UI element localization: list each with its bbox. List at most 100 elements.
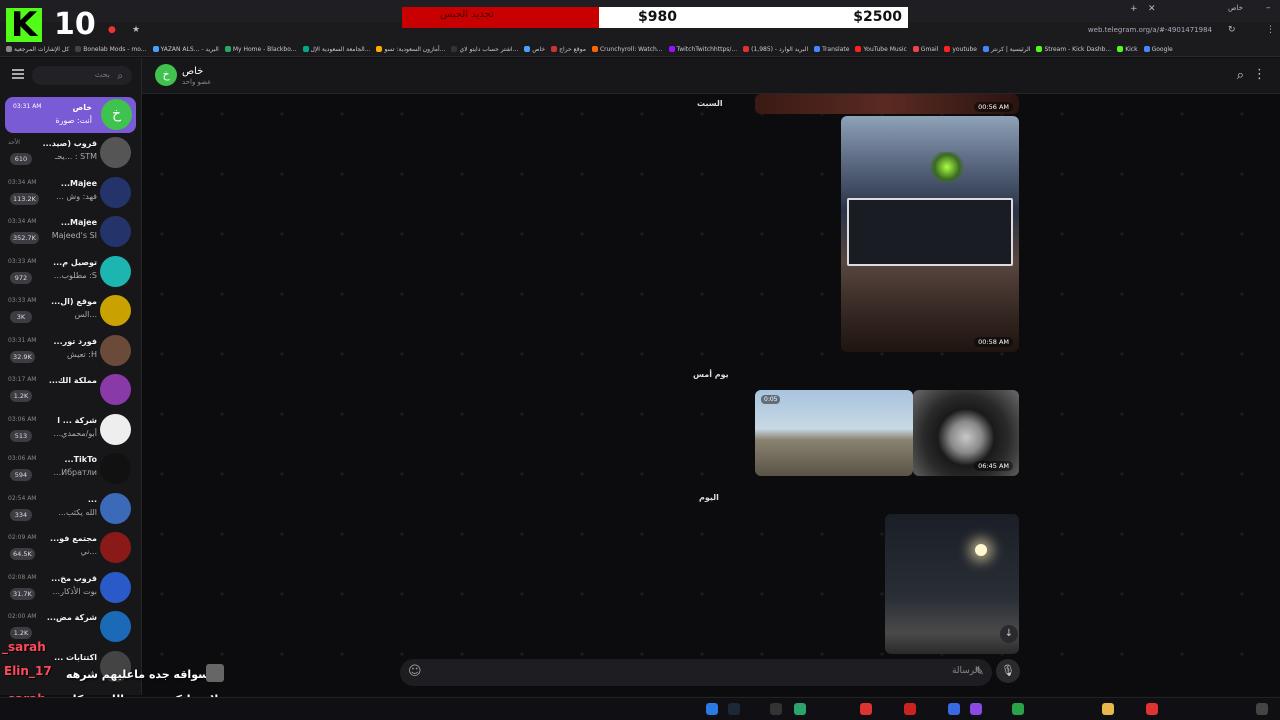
bookmark-item[interactable]: youtube <box>944 46 977 53</box>
folder-icon[interactable] <box>1102 703 1114 715</box>
app-icon[interactable] <box>948 703 960 715</box>
close-tab-icon[interactable]: ✕ <box>1148 4 1156 14</box>
unread-badge: 64.5K <box>10 548 35 560</box>
rgb-lights <box>927 152 967 182</box>
bookmark-item[interactable]: Stream - Kick Dashb... <box>1036 46 1111 53</box>
more-options-icon[interactable]: ⋮ <box>1253 67 1266 82</box>
chat-time: 03:06 AM <box>8 415 37 423</box>
date-separator: السبت <box>697 99 723 108</box>
chat-list-item[interactable]: قروب مخ... 02:08 AM بوت الأذكار... 31.7K <box>0 568 141 608</box>
unread-badge: 1.2K <box>10 627 32 639</box>
chat-time: 03:33 AM <box>8 297 37 304</box>
chat-title: مجتمع فو... <box>50 534 97 543</box>
app-icon[interactable] <box>1012 703 1024 715</box>
bookmark-label: My Home - Blackbo... <box>232 45 297 53</box>
bookmark-favicon-icon <box>983 46 989 52</box>
chat-avatar <box>100 216 131 247</box>
chat-list-item[interactable]: شركة ... ا 03:06 AM أبو/محمدي... 513 <box>0 410 141 450</box>
bookmark-item[interactable]: My Home - Blackbo... <box>224 45 297 53</box>
message-area: 00:56 AM السبت 00:58 AM يوم أمس 0:05 06:… <box>142 94 1280 695</box>
scroll-down-icon[interactable]: ↓ <box>1000 625 1018 643</box>
url-text[interactable]: web.telegram.org/a/#-4901471984 <box>1088 26 1212 34</box>
bookmark-item[interactable]: YouTube Music <box>855 46 907 53</box>
new-tab-icon[interactable]: + <box>1130 4 1138 14</box>
bookmark-item[interactable]: أمازون السعودية: تسو... <box>376 46 445 53</box>
chat-list-item[interactable]: توصيل م... 03:33 AM S: مطلوب... 972 <box>0 252 141 292</box>
bookmark-label: Translate <box>822 45 850 53</box>
bookmark-item[interactable]: TwitchTwitchhttps/... <box>668 46 737 53</box>
steam-icon[interactable] <box>728 703 740 715</box>
chat-list-item[interactable]: خ خاص 03:31 AM أنت: صورة <box>5 97 136 133</box>
bookmark-item[interactable]: Translate <box>814 46 849 53</box>
app-icon[interactable] <box>770 703 782 715</box>
emoji-icon[interactable]: ☺ <box>408 664 422 679</box>
chat-list-item[interactable]: TikTo... 03:06 AM Ибратли... 594 <box>0 449 141 489</box>
reload-icon[interactable]: ↻ <box>1228 25 1236 35</box>
chat-title[interactable]: خاص <box>182 66 203 77</box>
video-message[interactable]: 0:05 <box>755 390 913 476</box>
star-icon[interactable]: ★ <box>132 25 140 35</box>
bookmark-item[interactable]: Kick <box>1117 46 1138 53</box>
chat-avatar <box>100 255 131 287</box>
menu-icon[interactable] <box>12 69 24 79</box>
chat-avatar <box>100 532 131 563</box>
bookmark-item[interactable]: (1,985) - البريد الوارد <box>743 46 808 53</box>
app-icon[interactable] <box>1256 703 1268 715</box>
goal-progress-fill <box>402 7 600 28</box>
chat-title: Majee... <box>60 178 97 188</box>
chat-list-item[interactable]: قروب (صيد... الأحد STM : ...يحـ 610 <box>0 133 141 173</box>
bookmark-item[interactable]: موقع حراج <box>551 46 586 53</box>
chat-avatar[interactable]: خ <box>155 64 177 86</box>
attach-icon[interactable]: ✎ <box>975 665 984 678</box>
bookmark-item[interactable]: كل الإشارات المرجعية <box>6 46 69 53</box>
chat-username: Elin_17 <box>4 664 52 678</box>
app-icon[interactable] <box>706 703 718 715</box>
chat-title: قروب مخ... <box>51 573 97 583</box>
photo-message[interactable]: 06:45 AM <box>913 390 1019 476</box>
bookmark-item[interactable]: YAZAN ALS... - البريد <box>152 46 219 53</box>
bookmark-item[interactable]: Crunchyroll: Watch... <box>591 46 663 53</box>
chat-title: قروب (صيد... <box>42 139 97 148</box>
bookmark-item[interactable]: اشتر حساب دايتو لاي... <box>451 46 518 53</box>
bookmark-item[interactable]: الرئيسية | كرنتر <box>983 46 1030 53</box>
chat-list-item[interactable]: ... 02:54 AM الله يكثب... 334 <box>0 489 141 529</box>
chat-avatar <box>100 295 131 326</box>
photo-message[interactable]: 00:58 AM <box>841 116 1019 352</box>
chat-list-item[interactable]: مجتمع فو... 02:09 AM ...ني 64.5K <box>0 528 141 568</box>
chat-list-item[interactable]: موقع (ال... 03:33 AM ...الس 3K <box>0 291 141 331</box>
chat-time: 03:33 AM <box>8 257 37 265</box>
chat-preview: ...ني <box>80 547 97 556</box>
bookmark-item[interactable]: Bonelab Mods - mo... <box>75 46 147 53</box>
bookmark-item[interactable]: الجامعة السعودية الإل... <box>302 46 370 53</box>
more-icon[interactable]: ⋮ <box>1266 25 1275 35</box>
message-time: 00:56 AM <box>974 102 1013 112</box>
chat-header[interactable]: خ خاص عضو واحد ⌕ ⋮ <box>142 58 1280 94</box>
app-icon[interactable] <box>904 703 916 715</box>
goal-target: $2500 <box>853 9 902 25</box>
chat-list: خ خاص 03:31 AM أنت: صورة قروب (صيد... الأحد ST… <box>0 97 141 686</box>
chat-list-item[interactable]: Majee... 03:34 AM فهد: وش ... 113.2K <box>0 173 141 213</box>
microphone-icon[interactable]: 🎙 <box>996 659 1020 683</box>
bookmark-label: أمازون السعودية: تسو... <box>384 45 446 53</box>
bookmark-favicon-icon <box>855 46 862 52</box>
app-icon[interactable] <box>860 703 872 715</box>
photo-message[interactable] <box>885 514 1019 654</box>
chat-list-item[interactable]: فورد تور... 03:31 AM H: تعيش 32.9K <box>0 331 141 371</box>
chat-time: الأحد <box>8 139 20 146</box>
bookmark-item[interactable]: خاص <box>524 46 545 53</box>
search-icon[interactable]: ⌕ <box>1237 68 1244 83</box>
app-icon[interactable] <box>1146 703 1158 715</box>
bookmark-item[interactable]: Google <box>1143 46 1173 53</box>
chat-title: توصيل م... <box>53 257 97 267</box>
chat-list-item[interactable]: Majee... 03:34 AM Majeed's SI 352.7K <box>0 212 141 252</box>
app-icon[interactable] <box>970 703 982 715</box>
message-composer[interactable]: ☺ الرسالة ✎ <box>400 659 992 686</box>
extension-icon[interactable]: ● <box>108 25 116 35</box>
photo-message[interactable]: 00:56 AM <box>755 94 1019 114</box>
profile-name[interactable]: خاص <box>1228 4 1243 12</box>
app-icon[interactable] <box>794 703 806 715</box>
bookmark-item[interactable]: Gmail <box>912 46 938 53</box>
chat-list-item[interactable]: مملكة الك... 03:17 AM 1.2K <box>0 370 141 410</box>
minimize-icon[interactable]: – <box>1266 3 1271 13</box>
chat-preview: الله يكثب... <box>58 507 97 517</box>
